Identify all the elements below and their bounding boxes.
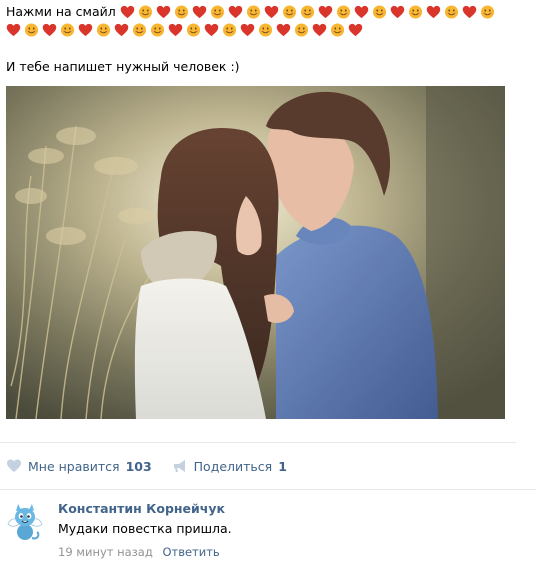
smile-emoji-icon <box>480 4 495 20</box>
heart-emoji-icon <box>78 22 93 38</box>
smile-emoji-icon <box>444 4 459 20</box>
wall-post: Нажми на смайл И тебе напишет нужный чел… <box>0 0 536 581</box>
post-subtext: И тебе напишет нужный человек :) <box>6 59 240 74</box>
comment-time[interactable]: 19 минут назад <box>58 545 153 559</box>
heart-emoji-icon <box>168 22 183 38</box>
heart-emoji-icon <box>228 4 243 20</box>
reply-link[interactable]: Ответить <box>162 545 219 559</box>
heart-emoji-icon <box>264 4 279 20</box>
smile-emoji-icon <box>96 22 111 38</box>
like-count: 103 <box>125 458 152 474</box>
heart-emoji-icon <box>6 22 21 38</box>
smile-emoji-icon <box>60 22 75 38</box>
post-lead-text: Нажми на смайл <box>6 4 116 19</box>
megaphone-icon <box>173 460 185 472</box>
heart-emoji-icon <box>276 22 291 38</box>
comment-item: Константин Корнейчук Мудаки повестка при… <box>6 500 526 570</box>
smile-emoji-icon <box>174 4 189 20</box>
share-count: 1 <box>278 458 287 474</box>
heart-emoji-icon <box>156 4 171 20</box>
smile-emoji-icon <box>210 4 225 20</box>
comment-meta: 19 минут назад Ответить <box>58 544 232 560</box>
post-photo[interactable] <box>6 86 505 419</box>
smile-emoji-icon <box>330 22 345 38</box>
heart-emoji-icon <box>42 22 57 38</box>
heart-emoji-icon <box>318 4 333 20</box>
comment-body: Константин Корнейчук Мудаки повестка при… <box>58 500 232 560</box>
smile-emoji-icon <box>246 4 261 20</box>
post-text-line-1: Нажми на смайл <box>6 2 518 22</box>
smile-emoji-icon <box>222 22 237 38</box>
post-actions: Мне нравится 103 Поделиться 1 <box>6 456 307 476</box>
heart-emoji-icon <box>120 4 135 20</box>
smile-emoji-icon <box>294 22 309 38</box>
comment-author[interactable]: Константин Корнейчук <box>58 500 232 518</box>
heart-emoji-icon <box>354 4 369 20</box>
comment-text: Мудаки повестка пришла. <box>58 521 232 536</box>
smile-emoji-icon <box>24 22 39 38</box>
heart-emoji-icon <box>204 22 219 38</box>
like-label: Мне нравится <box>28 458 120 474</box>
smile-emoji-icon <box>138 4 153 20</box>
heart-emoji-icon <box>426 4 441 20</box>
heart-emoji-icon <box>390 4 405 20</box>
share-button[interactable]: Поделиться 1 <box>172 458 287 474</box>
avatar[interactable] <box>6 502 44 544</box>
heart-emoji-icon <box>348 22 363 38</box>
like-button[interactable]: Мне нравится 103 <box>6 458 152 474</box>
smile-emoji-icon <box>186 22 201 38</box>
smile-emoji-icon <box>372 4 387 20</box>
cat-mascot-avatar <box>7 504 43 540</box>
heart-emoji-icon <box>114 22 129 38</box>
smile-emoji-icon <box>336 4 351 20</box>
smile-emoji-icon <box>408 4 423 20</box>
heart-emoji-icon <box>312 22 327 38</box>
post-divider <box>0 442 516 443</box>
heart-icon <box>7 459 21 472</box>
smile-emoji-icon <box>150 22 165 38</box>
share-label: Поделиться <box>193 458 273 474</box>
comments-divider <box>0 489 536 490</box>
heart-emoji-icon <box>240 22 255 38</box>
smile-emoji-icon <box>300 4 315 20</box>
heart-emoji-icon <box>192 4 207 20</box>
heart-emoji-icon <box>462 4 477 20</box>
smile-emoji-icon <box>282 4 297 20</box>
smile-emoji-icon <box>132 22 147 38</box>
post-text-line-2 <box>6 22 518 38</box>
post-text: Нажми на смайл <box>6 2 518 38</box>
smile-emoji-icon <box>258 22 273 38</box>
